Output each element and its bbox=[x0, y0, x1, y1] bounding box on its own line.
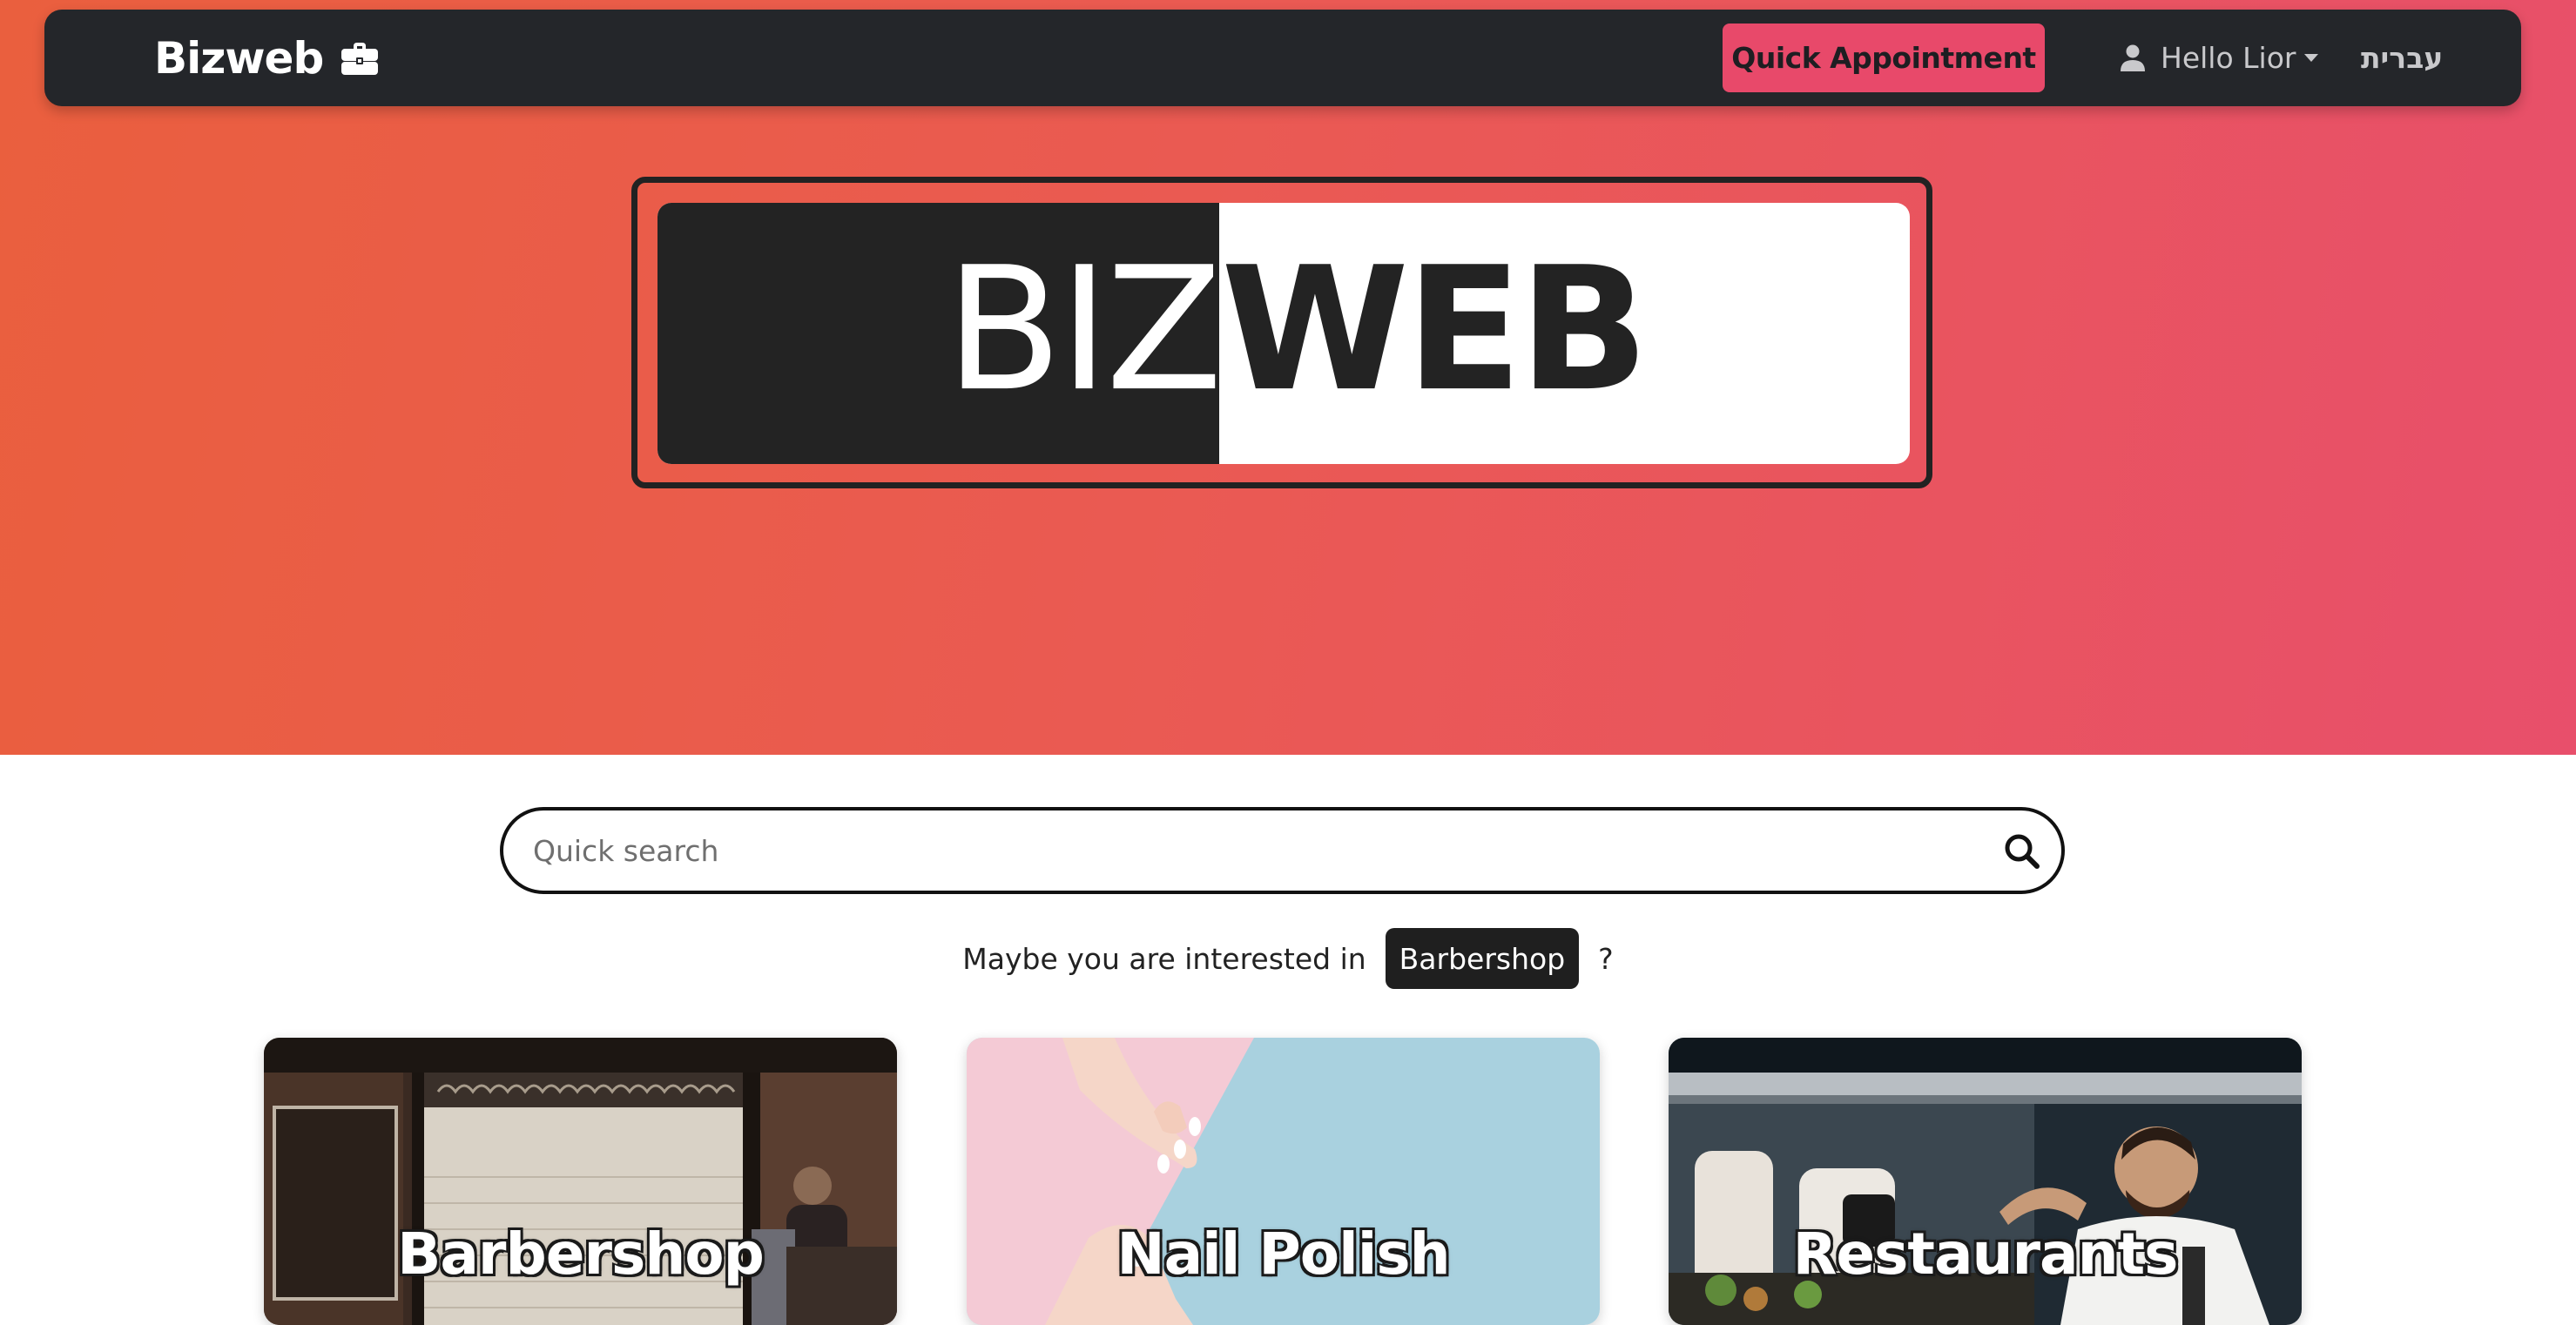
logo-wordmark: BIZ WEB bbox=[657, 203, 1910, 464]
category-card-nail-polish[interactable]: Nail Polish bbox=[967, 1038, 1600, 1325]
category-label: Restaurants bbox=[1792, 1221, 2179, 1288]
top-navbar: Bizweb Quick Appointment Hello Lior עברי… bbox=[44, 10, 2521, 106]
search-icon[interactable] bbox=[2004, 833, 2040, 870]
category-card-restaurants[interactable]: Restaurants bbox=[1669, 1038, 2302, 1325]
suggestion-prefix: Maybe you are interested in bbox=[962, 941, 1366, 976]
suggestion-suffix: ? bbox=[1598, 941, 1614, 976]
category-card-barbershop[interactable]: Barbershop bbox=[264, 1038, 897, 1325]
suggestion-line: Maybe you are interested in Barbershop ? bbox=[0, 927, 2576, 990]
category-label: Barbershop bbox=[397, 1221, 765, 1288]
suggested-category-badge[interactable]: Barbershop bbox=[1385, 928, 1580, 989]
logo-left-text: BIZ bbox=[945, 231, 1223, 430]
search-bar bbox=[500, 807, 2065, 894]
user-menu-dropdown[interactable]: Hello Lior bbox=[2121, 10, 2319, 106]
category-label: Nail Polish bbox=[1116, 1221, 1450, 1288]
brand-link[interactable]: Bizweb bbox=[154, 10, 379, 106]
user-icon bbox=[2121, 44, 2145, 71]
logo-right-text: WEB bbox=[1221, 231, 1649, 430]
briefcase-icon bbox=[341, 42, 379, 75]
language-switch-link[interactable]: עברית bbox=[2361, 10, 2443, 106]
chevron-down-icon bbox=[2304, 54, 2319, 62]
bizweb-logo: BIZ WEB bbox=[657, 203, 1910, 464]
user-greeting: Hello Lior bbox=[2161, 41, 2296, 75]
brand-name: Bizweb bbox=[154, 32, 324, 84]
search-input[interactable] bbox=[533, 810, 1961, 891]
quick-appointment-button[interactable]: Quick Appointment bbox=[1723, 24, 2045, 92]
